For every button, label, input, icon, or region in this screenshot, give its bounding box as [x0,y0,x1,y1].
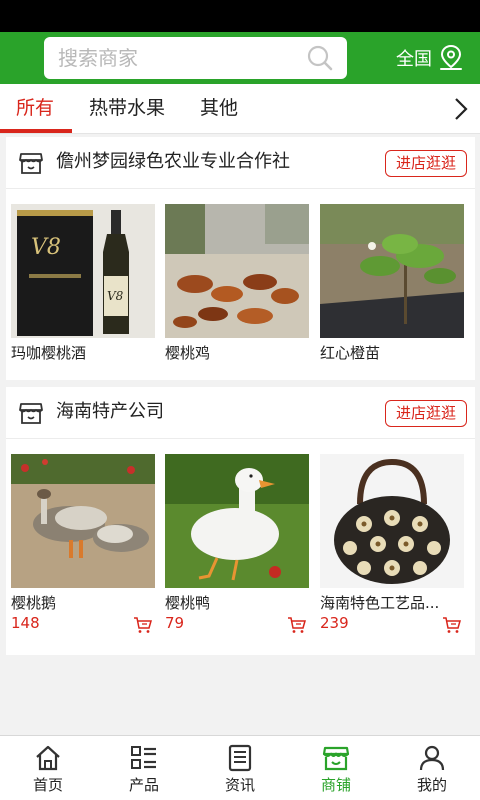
product-name: 樱桃鹅 [11,594,57,612]
shop-icon [322,746,350,771]
product-price: 148 [11,614,40,632]
location-pin-icon [440,44,462,70]
nav-label: 资讯 [224,776,255,794]
store-icon [19,403,43,424]
product-name: 樱桃鸭 [165,594,211,612]
product-image-cherry-duck[interactable] [165,454,309,588]
cart-icon[interactable] [133,616,153,634]
product-image-cherry-goose[interactable] [11,454,155,588]
visit-store-button[interactable]: 进店逛逛 [385,150,467,177]
store-card: 儋州梦园绿色农业专业合作社 进店逛逛 V8 V8 玛咖樱桃酒 樱桃鸡 红心橙苗 [6,137,475,380]
region-selector[interactable]: 全国 [396,40,464,76]
product-price: 79 [165,614,185,632]
product-image-cherry-chicken[interactable] [165,204,309,338]
chevron-right-icon[interactable] [448,96,474,122]
product-name: 红心橙苗 [320,344,381,362]
search-input[interactable] [44,37,304,79]
nav-shops[interactable]: 商铺 [288,736,384,800]
tab-all[interactable]: 所有 [16,84,54,134]
nav-news[interactable]: 资讯 [192,736,288,800]
svg-text:V8: V8 [107,289,124,303]
svg-text:V8: V8 [31,235,61,260]
store-card: 海南特产公司 进店逛逛 樱桃鹅 148 樱桃鸭 79 海南特色工艺品... 23… [6,387,475,655]
tab-other[interactable]: 其他 [200,84,238,134]
cart-icon[interactable] [442,616,462,634]
nav-products[interactable]: 产品 [96,736,192,800]
store-card-header: 儋州梦园绿色农业专业合作社 进店逛逛 [6,137,475,189]
region-label: 全国 [396,49,432,70]
category-tabs: 所有 热带水果 其他 [0,84,480,134]
search-icon[interactable] [305,43,335,73]
product-name: 海南特色工艺品... [320,594,440,612]
nav-label: 我的 [416,776,447,794]
product-image-cherry-wine[interactable]: V8 V8 [11,204,155,338]
nav-label: 商铺 [320,776,351,794]
nav-home[interactable]: 首页 [0,736,96,800]
news-icon [228,744,252,772]
store-card-header: 海南特产公司 进店逛逛 [6,387,475,439]
nav-label: 产品 [128,776,159,794]
search-box[interactable] [44,37,347,79]
tab-tropical-fruit[interactable]: 热带水果 [89,84,165,134]
active-tab-indicator [0,129,72,133]
cart-icon[interactable] [287,616,307,634]
product-price: 239 [320,614,349,632]
visit-store-button[interactable]: 进店逛逛 [385,400,467,427]
store-icon [19,153,43,174]
nav-profile[interactable]: 我的 [384,736,480,800]
header-bar: 全国 [0,32,480,84]
product-image-orange-seedling[interactable] [320,204,464,338]
product-list-icon [131,746,156,769]
home-icon [36,745,60,771]
nav-label: 首页 [32,776,63,794]
store-name[interactable]: 海南特产公司 [56,387,164,439]
product-name: 樱桃鸡 [165,344,211,362]
store-name[interactable]: 儋州梦园绿色农业专业合作社 [56,137,290,189]
product-image-handicraft-bag[interactable] [320,454,464,588]
status-bar [0,0,480,32]
user-icon [419,745,445,771]
product-name: 玛咖樱桃酒 [11,344,87,362]
bottom-nav: 首页 产品 资讯 商铺 我的 [0,735,480,800]
